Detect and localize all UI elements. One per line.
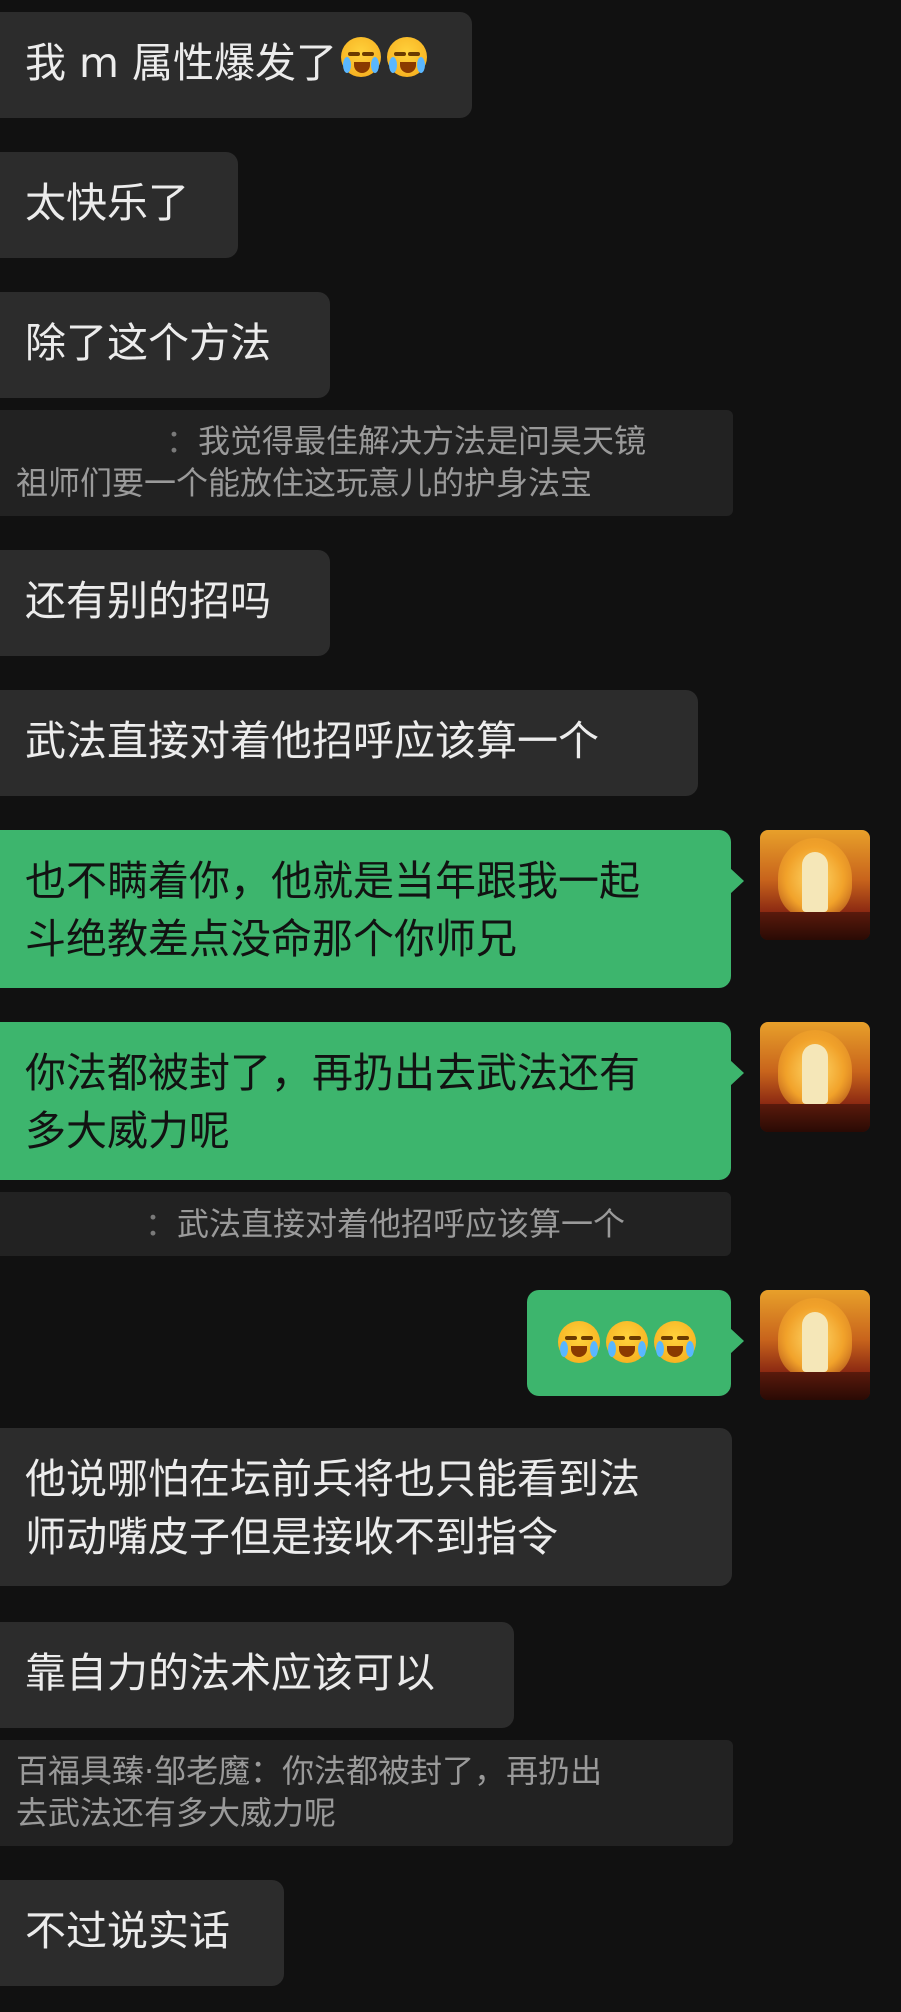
loudly-crying-face-icon xyxy=(387,37,428,77)
message-text: 靠自力的法术应该可以 xyxy=(25,1649,435,1697)
message-text: 不过说实话 xyxy=(25,1907,230,1955)
outgoing-message[interactable]: 你法都被封了，再扔出去武法还有 多大威力呢 xyxy=(0,1022,744,1180)
loudly-crying-face-icon xyxy=(558,1321,600,1363)
chat-thread: 我 m 属性爆发了 太快乐了 除了这个方法 ：我觉得最佳解决方法是问昊天镜 祖师… xyxy=(0,0,901,2012)
message-line-2: 多大威力呢 xyxy=(25,1107,230,1155)
message-line-1: 他说哪怕在坛前兵将也只能看到法 xyxy=(25,1455,640,1503)
quote-line-1: ：我觉得最佳解决方法是问昊天镜 xyxy=(16,420,717,462)
incoming-message[interactable]: 不过说实话 xyxy=(0,1880,284,1986)
quoted-reply[interactable]: ：武法直接对着他招呼应该算一个 xyxy=(0,1192,731,1256)
message-line-1: 也不瞒着你，他就是当年跟我一起 xyxy=(25,857,640,905)
quoted-reply[interactable]: ：我觉得最佳解决方法是问昊天镜 祖师们要一个能放住这玩意儿的护身法宝 xyxy=(0,410,733,516)
incoming-message[interactable]: 他说哪怕在坛前兵将也只能看到法 师动嘴皮子但是接收不到指令 xyxy=(0,1428,732,1586)
loudly-crying-face-icon xyxy=(341,37,382,77)
message-text: 我 m 属性爆发了 xyxy=(25,39,338,87)
incoming-message[interactable]: 武法直接对着他招呼应该算一个 xyxy=(0,690,698,796)
incoming-message[interactable]: 靠自力的法术应该可以 xyxy=(0,1622,514,1728)
temple-deity-avatar[interactable] xyxy=(760,1290,870,1400)
crying-emoji-group xyxy=(341,37,428,77)
loudly-crying-face-icon xyxy=(654,1321,696,1363)
quote-line-2: 去武法还有多大威力呢 xyxy=(16,1794,337,1832)
quote-text: 我觉得最佳解决方法是问昊天镜 xyxy=(198,422,647,460)
incoming-message[interactable]: 我 m 属性爆发了 xyxy=(0,12,472,118)
message-text: 太快乐了 xyxy=(25,179,189,227)
message-line-2: 斗绝教差点没命那个你师兄 xyxy=(25,915,517,963)
temple-deity-avatar[interactable] xyxy=(760,1022,870,1132)
incoming-message[interactable]: 还有别的招吗 xyxy=(0,550,330,656)
message-line-1: 你法都被封了，再扔出去武法还有 xyxy=(25,1049,640,1097)
message-text: 除了这个方法 xyxy=(25,319,271,367)
temple-deity-avatar[interactable] xyxy=(760,830,870,940)
outgoing-message[interactable]: 也不瞒着你，他就是当年跟我一起 斗绝教差点没命那个你师兄 xyxy=(0,830,744,988)
quote-line-1: 百福具臻·邹老魔：你法都被封了，再扔出 xyxy=(16,1752,603,1790)
incoming-message[interactable]: 太快乐了 xyxy=(0,152,238,258)
incoming-message[interactable]: 除了这个方法 xyxy=(0,292,330,398)
message-text: 武法直接对着他招呼应该算一个 xyxy=(25,717,599,765)
quote-text: 武法直接对着他招呼应该算一个 xyxy=(177,1205,626,1243)
outgoing-message[interactable] xyxy=(527,1290,744,1396)
quote-sender: ： xyxy=(166,422,199,460)
quote-sender: ： xyxy=(145,1205,178,1243)
message-line-2: 师动嘴皮子但是接收不到指令 xyxy=(25,1513,558,1561)
emoji-message xyxy=(558,1321,696,1363)
loudly-crying-face-icon xyxy=(606,1321,648,1363)
quoted-reply[interactable]: 百福具臻·邹老魔：你法都被封了，再扔出 去武法还有多大威力呢 xyxy=(0,1740,733,1846)
message-text: 还有别的招吗 xyxy=(25,577,271,625)
quote-line-2: 祖师们要一个能放住这玩意儿的护身法宝 xyxy=(16,464,593,502)
